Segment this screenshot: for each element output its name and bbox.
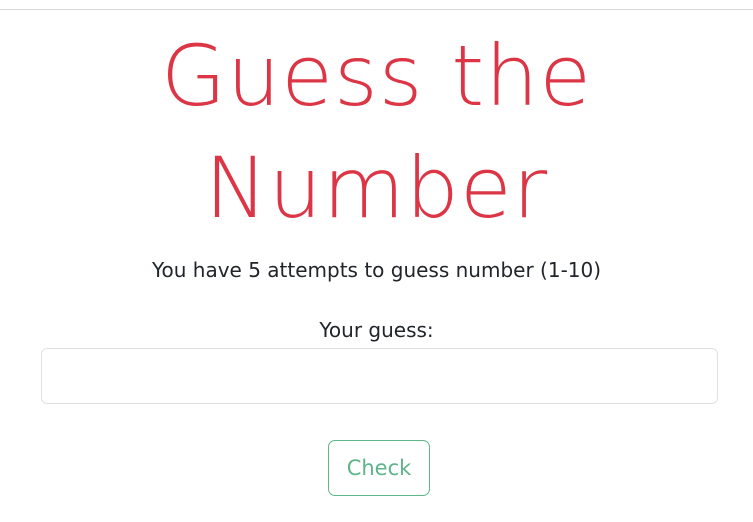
page-title: Guess the Number: [0, 20, 753, 244]
title-line-2: Number: [204, 139, 549, 237]
guess-label: Your guess:: [319, 318, 434, 342]
check-button[interactable]: Check: [328, 440, 430, 496]
top-divider: [0, 9, 753, 10]
title-line-1: Guess the: [160, 27, 593, 125]
instructions-text: You have 5 attempts to guess number (1-1…: [151, 258, 602, 282]
guess-input[interactable]: [41, 348, 718, 404]
game-page: Guess the Number You have 5 attempts to …: [0, 0, 753, 522]
